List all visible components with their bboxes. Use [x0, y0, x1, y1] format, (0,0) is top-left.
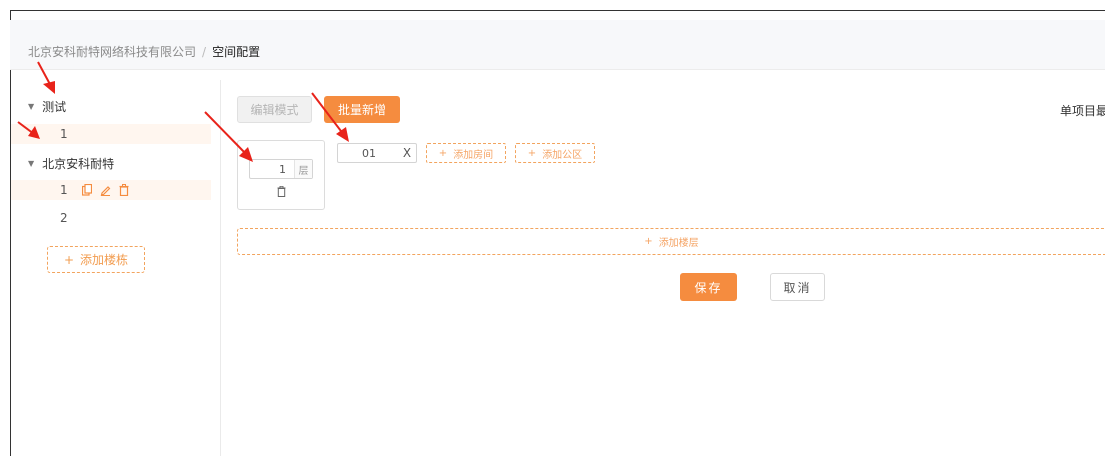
- add-public-label: 添加公区: [542, 149, 583, 161]
- plus-icon: +: [527, 147, 537, 159]
- batch-add-button[interactable]: 批量新增: [324, 96, 400, 123]
- delete-icon[interactable]: [119, 184, 129, 196]
- tree-child-label: 1: [60, 127, 68, 141]
- tree-child-label: 2: [60, 211, 68, 225]
- save-button[interactable]: 保存: [680, 273, 737, 301]
- breadcrumb-separator: /: [202, 44, 207, 59]
- floor-unit-label: 层: [294, 160, 312, 178]
- floor-number-input[interactable]: 1 层: [249, 159, 313, 179]
- edit-mode-button[interactable]: 编辑模式: [237, 96, 312, 123]
- trash-icon[interactable]: [277, 186, 286, 197]
- breadcrumb-current: 空间配置: [212, 45, 261, 59]
- node-actions: [81, 184, 137, 196]
- remove-room-icon[interactable]: X: [398, 144, 416, 162]
- add-room-label: 添加房间: [453, 149, 494, 161]
- add-building-button[interactable]: + 添加楼栋: [47, 246, 145, 273]
- breadcrumb: 北京安科耐特网络科技有限公司 / 空间配置: [28, 43, 260, 60]
- caret-down-icon[interactable]: ▼: [28, 102, 34, 111]
- cancel-button[interactable]: 取消: [770, 273, 825, 301]
- add-building-label: 添加楼栋: [80, 253, 129, 267]
- tree-child-floor[interactable]: 1: [11, 180, 211, 200]
- tree-node-label: 北京安科耐特: [42, 157, 115, 171]
- room-number-input[interactable]: 01 X: [337, 143, 417, 163]
- room-number-value: 01: [362, 146, 376, 160]
- tree-child-floor[interactable]: 2: [11, 208, 211, 228]
- plus-icon: +: [438, 147, 448, 159]
- edit-icon[interactable]: [100, 184, 111, 196]
- single-item-label: 单项目最: [1060, 104, 1105, 118]
- plus-icon: +: [644, 236, 653, 247]
- add-floor-label: 添加楼层: [658, 238, 699, 249]
- plus-icon: +: [63, 252, 75, 267]
- floor-number-value: 1: [279, 162, 286, 176]
- tree-child-floor[interactable]: 1: [11, 124, 211, 144]
- add-room-button[interactable]: + 添加房间: [426, 143, 506, 163]
- tree-node-label: 测试: [42, 100, 67, 114]
- tree-node-building-ankenaite[interactable]: ▼ 北京安科耐特: [28, 155, 114, 172]
- caret-down-icon[interactable]: ▼: [28, 159, 34, 168]
- tree-node-building-test[interactable]: ▼ 测试: [28, 98, 66, 115]
- add-floor-button[interactable]: + 添加楼层: [237, 228, 1105, 255]
- breadcrumb-company[interactable]: 北京安科耐特网络科技有限公司: [28, 43, 196, 60]
- copy-icon[interactable]: [81, 184, 92, 196]
- floor-card: 1 层: [237, 140, 325, 210]
- add-public-area-button[interactable]: + 添加公区: [515, 143, 595, 163]
- tree-child-label: 1: [60, 183, 68, 197]
